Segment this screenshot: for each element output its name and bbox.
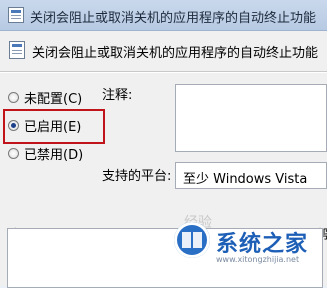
comment-label: 注释: (102, 88, 133, 103)
comment-textarea[interactable] (175, 84, 327, 152)
watermark: 经验 系统之家 www.xitongzhijia.net (174, 212, 324, 284)
enabled-highlight-box (3, 109, 105, 144)
watermark-url: www.xitongzhijia.net (216, 255, 300, 264)
policy-document-icon (9, 41, 25, 59)
policy-header: 关闭会阻止或取消关机的应用程序的自动终止功能 (0, 31, 327, 71)
window-title: 关闭会阻止或取消关机的应用程序的自动终止功能 (30, 11, 317, 26)
policy-document-icon (8, 7, 24, 23)
header-divider (0, 71, 327, 73)
radio-not-configured[interactable]: 未配置(C) (8, 88, 82, 107)
radio-label: 已禁用(D) (24, 148, 84, 163)
window-titlebar[interactable]: 关闭会阻止或取消关机的应用程序的自动终止功能 (0, 0, 327, 31)
radio-button[interactable] (8, 92, 19, 103)
watermark-brand: 系统之家 (216, 232, 309, 257)
windows-logo-icon (174, 222, 210, 258)
platform-field: 至少 Windows Vista (175, 162, 327, 189)
radio-button[interactable] (8, 148, 19, 159)
policy-title: 关闭会阻止或取消关机的应用程序的自动终止功能 (32, 46, 319, 61)
radio-disabled[interactable]: 已禁用(D) (8, 144, 83, 163)
platform-label: 支持的平台: (102, 169, 172, 184)
platform-value: 至少 Windows Vista (183, 172, 308, 187)
radio-label: 未配置(C) (24, 92, 83, 107)
